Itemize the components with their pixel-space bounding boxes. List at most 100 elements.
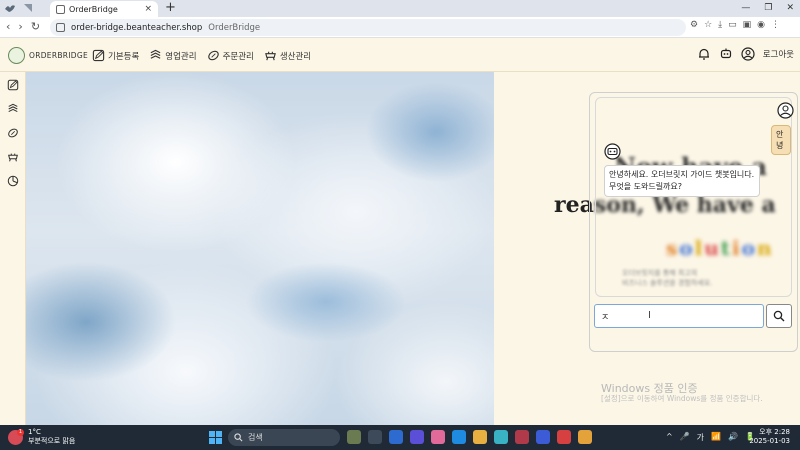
profile-icon[interactable]: ◉ [757,20,765,30]
store-app-icon[interactable] [431,430,445,444]
production-icon [264,51,276,61]
weather-temp: 1°C [28,428,41,436]
page-favicon-icon [56,4,65,14]
nav-label: 생산관리 [279,51,312,62]
url-page-title: OrderBridge [208,22,261,33]
chrome-browser-icon[interactable] [578,430,592,444]
chevron-up-icon[interactable]: ^ [666,432,673,443]
bot-message: 안녕하세요. 오더브릿지 가이드 챗봇입니다. 무엇을 도와드릴까요? [604,165,760,197]
edge-browser-icon[interactable] [452,430,466,444]
file-explorer-icon[interactable] [473,430,487,444]
logo-icon [8,47,25,64]
site-info-icon[interactable] [56,23,65,32]
url-host: order-bridge.beanteacher.shop [71,22,203,33]
close-window-button[interactable]: ✕ [786,0,794,16]
clock-date: 2025-01-03 [749,437,790,445]
discord-app-icon[interactable] [536,430,550,444]
reload-icon[interactable]: ↻ [31,20,40,33]
nav-item-sales[interactable]: 영업관리 [149,49,197,62]
bird-icon[interactable] [4,2,16,14]
nav-item-orders[interactable]: 주문관리 [207,49,254,62]
windows-activation-subtitle: [설정]으로 이동하여 Windows를 정품 인증합니다. [601,394,763,403]
sidebar-item-reports[interactable] [0,170,26,192]
weather-widget[interactable]: 1 1°C 부분적으로 맑음 [8,428,75,446]
translate-icon[interactable]: ▣ [743,20,752,30]
new-tab-button[interactable]: + [165,1,176,15]
camera-icon[interactable]: ▭ [728,20,737,30]
tab-title: OrderBridge [69,4,118,14]
user-message: 안녕 [771,125,791,155]
edit-icon [7,79,19,91]
weather-description: 부분적으로 맑음 [28,437,76,445]
back-icon[interactable]: ‹ [6,20,10,33]
nav-item-production[interactable]: 생산관리 [264,49,311,62]
logo-text: ORDERBRIDGE [29,51,89,60]
chatbot-icon[interactable] [719,47,733,61]
sidebar-item-basic-registration[interactable] [0,74,26,96]
system-tray: ^ 🎤 가 📶 🔊 🔋 [666,432,755,443]
sidebar-item-production[interactable] [0,146,26,168]
notification-badge: 1 [17,428,24,436]
menu-icon[interactable]: ⋮ [771,20,780,30]
sidebar [0,72,26,425]
sidebar-item-orders[interactable] [0,122,26,144]
order-icon [207,50,219,61]
clock-time: 오후 2:28 [759,428,790,436]
sales-icon [150,49,161,59]
widget-app-icon[interactable] [347,430,361,444]
hero-headline-2-start: rea [554,192,594,218]
chat-send-button[interactable] [766,304,792,328]
chatbot-panel: 안녕 안녕하세요. 오더브릿지 가이드 챗봇입니다. 무엇을 도와드릴까요? I [589,92,798,352]
bell-icon[interactable] [697,47,711,61]
tab-close-button[interactable]: × [144,4,152,14]
browser-toolbar: ⚙ ☆ ⤓ ▭ ▣ ◉ ⋮ [690,20,780,30]
maximize-button[interactable]: ❐ [764,0,772,16]
header-actions: 로그아웃 [697,47,794,61]
window-controls: — ❐ ✕ [741,0,794,16]
start-button[interactable] [209,431,222,444]
forward-icon[interactable]: › [18,20,22,33]
nav-item-basic-registration[interactable]: 기본등록 [92,49,139,62]
app-header: ORDERBRIDGE 기본등록 영업관리 주문관리 생산관리 로그아웃 [0,38,800,72]
production-icon [8,153,18,162]
address-bar-row: ‹ › ↻ order-bridge.beanteacher.shop Orde… [0,17,800,38]
sidebar-item-sales[interactable] [0,98,26,120]
main-nav: 기본등록 영업관리 주문관리 생산관리 [92,49,311,62]
taskbar-search[interactable]: 검색 [228,429,340,446]
microphone-icon[interactable]: 🎤 [680,432,690,443]
task-view-icon[interactable] [368,430,382,444]
edit-icon [92,49,105,62]
nav-label: 주문관리 [222,51,254,62]
search-label: 검색 [248,433,263,442]
bird-app-icon[interactable] [494,430,508,444]
order-icon [8,128,18,138]
volume-icon[interactable]: 🔊 [728,432,738,443]
terminal-app-icon[interactable] [515,430,529,444]
taskbar-clock[interactable]: 오후 2:28 2025-01-03 [749,428,790,446]
chat-messages: 안녕 안녕하세요. 오더브릿지 가이드 챗봇입니다. 무엇을 도와드릴까요? [595,97,794,297]
chat-input[interactable] [594,304,764,328]
user-account-icon[interactable] [741,47,755,61]
red-app-icon[interactable] [557,430,571,444]
bookmark-star-icon[interactable]: ☆ [704,20,712,30]
sales-icon [8,103,18,113]
copilot-app-icon[interactable] [410,430,424,444]
pie-chart-icon [7,175,19,187]
app-logo[interactable]: ORDERBRIDGE [8,47,88,64]
taskbar: 1 1°C 부분적으로 맑음 검색 ^ 🎤 가 📶 🔊 🔋 오후 2:28 20… [0,425,800,450]
search-icon [773,310,785,322]
minimize-button[interactable]: — [741,0,750,16]
tab-left-icons [4,2,34,14]
extensions-icon[interactable]: ⚙ [690,20,698,30]
nav-label: 영업관리 [165,51,197,62]
logout-button[interactable]: 로그아웃 [763,48,794,60]
url-field[interactable]: order-bridge.beanteacher.shop OrderBridg… [50,19,686,36]
weather-icon: 1 [8,428,24,445]
hero-sky-image [26,72,494,425]
tab-list-icon[interactable] [22,2,34,14]
ime-indicator[interactable]: 가 [697,432,704,443]
wifi-icon[interactable]: 📶 [711,432,721,443]
mail-app-icon[interactable] [389,430,403,444]
download-icon[interactable]: ⤓ [718,20,722,30]
browser-tab[interactable]: OrderBridge × [50,1,158,17]
